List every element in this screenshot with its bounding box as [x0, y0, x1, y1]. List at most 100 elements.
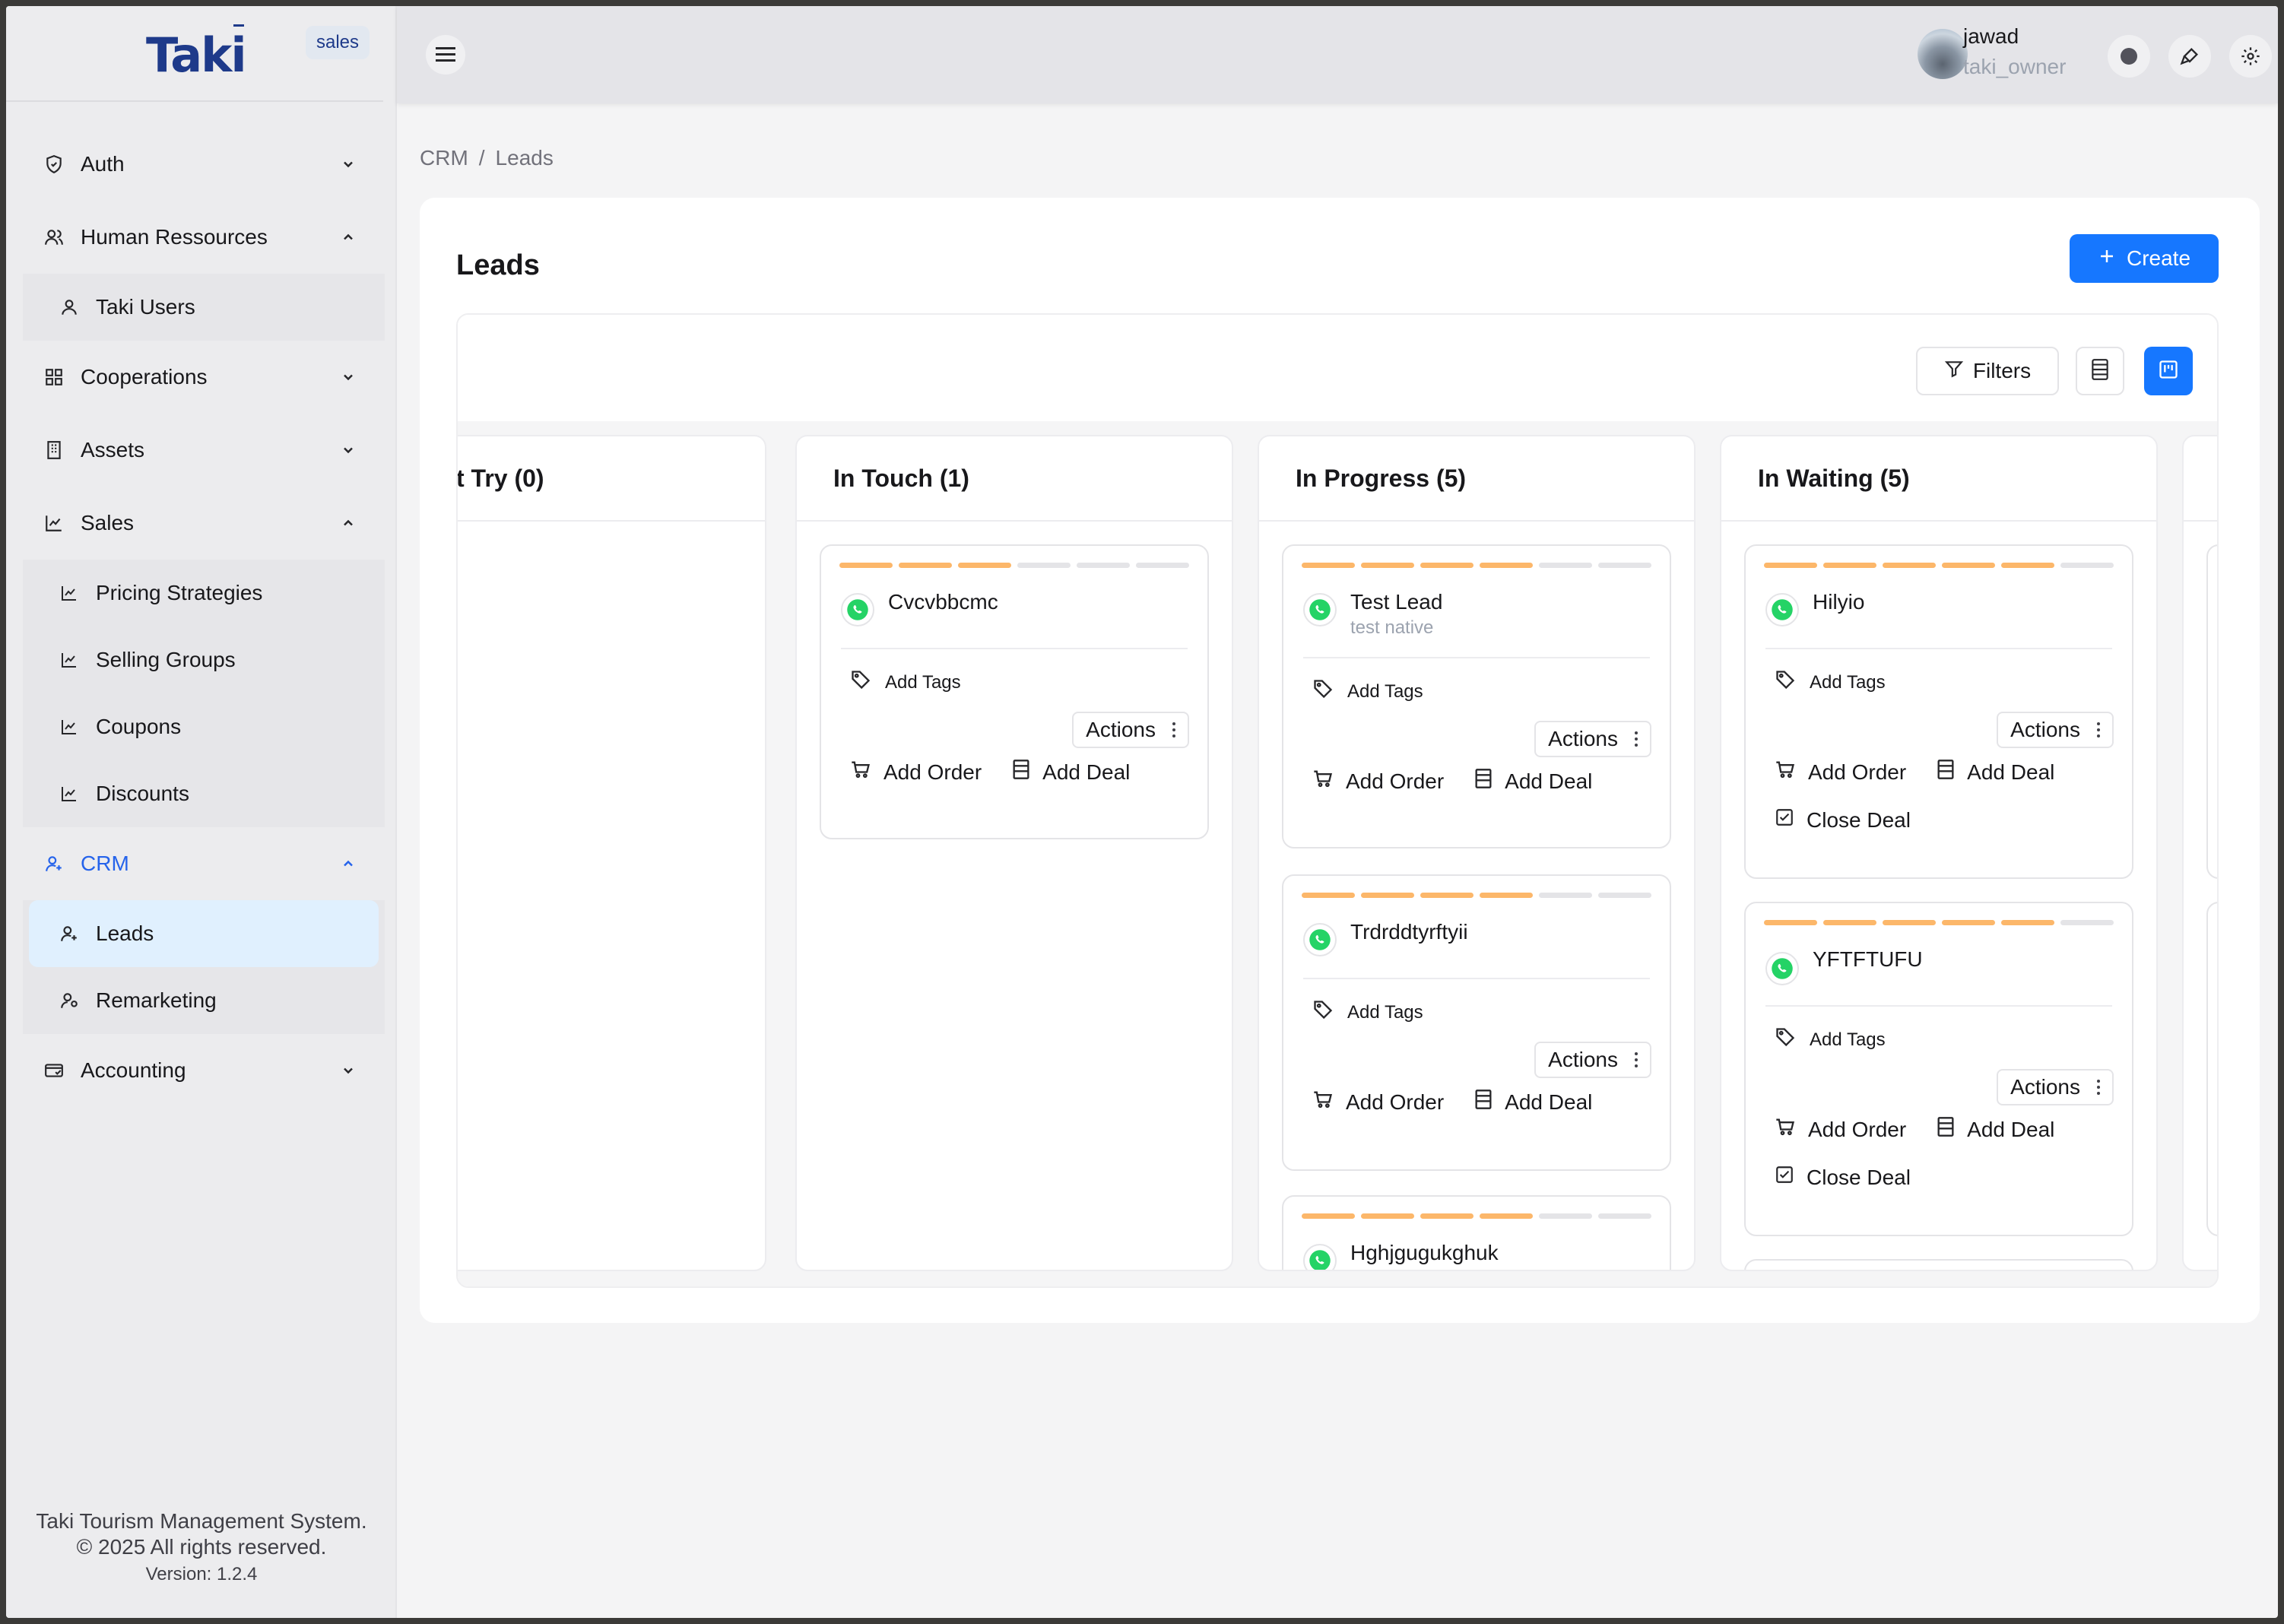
brand: Taki sales — [6, 6, 383, 102]
brush-icon[interactable] — [2168, 35, 2211, 78]
add-tags-button[interactable]: Add Tags — [850, 669, 961, 696]
sidebar-item-crm[interactable]: CRM — [23, 827, 385, 900]
tag-icon — [850, 669, 871, 696]
logo[interactable]: Taki — [146, 24, 247, 83]
user-cycle-icon — [58, 989, 81, 1012]
wallet-icon — [43, 1059, 65, 1082]
lane-title: In Progress (5) — [1259, 436, 1694, 522]
breadcrumb-separator: / — [478, 146, 485, 170]
add-order-label: Add Order — [883, 760, 982, 784]
lead-card[interactable]: Cvcvbbcmc Add Tags Actions Add Order Add… — [820, 544, 1209, 839]
add-tags-button[interactable]: Add Tags — [1312, 678, 1423, 705]
progress-segment — [1823, 563, 1876, 568]
actions-button[interactable]: Actions — [1072, 712, 1189, 748]
close-deal-button[interactable]: Close Deal — [1775, 807, 1911, 833]
actions-button[interactable]: Actions — [1997, 1069, 2114, 1105]
lane-in-touch: In Touch (1) Cvcvbbcmc Add Tags Actions — [795, 435, 1233, 1271]
cart-icon — [1312, 1089, 1334, 1115]
submenu-human-ressources: Taki Users — [23, 274, 385, 341]
add-order-button[interactable]: Add Order — [1312, 768, 1444, 795]
add-order-label: Add Order — [1808, 760, 1907, 784]
sidebar-item-remarketing[interactable]: Remarketing — [23, 967, 385, 1034]
tag-icon — [1775, 1026, 1796, 1053]
lead-card[interactable] — [1744, 1259, 2133, 1270]
progress-bar — [1302, 1213, 1651, 1219]
sidebar-item-human-ressources[interactable]: Human Ressources — [23, 201, 385, 274]
sidebar-item-auth[interactable]: Auth — [23, 128, 385, 201]
sidebar-item-taki-users[interactable]: Taki Users — [23, 274, 385, 341]
create-button[interactable]: Create — [2070, 234, 2219, 283]
avatar[interactable] — [1918, 29, 1968, 79]
filters-button[interactable]: Filters — [1916, 347, 2059, 395]
kanban-view-button[interactable] — [2144, 347, 2193, 395]
lead-card[interactable]: YFTFTUFU Add Tags Actions Add Order Add … — [1744, 902, 2133, 1236]
sidebar-item-accounting[interactable]: Accounting — [23, 1034, 385, 1107]
sidebar-item-cooperations[interactable]: Cooperations — [23, 341, 385, 414]
progress-bar — [1764, 563, 2114, 568]
sidebar-item-leads[interactable]: Leads — [29, 900, 379, 967]
add-order-button[interactable]: Add Order — [1775, 759, 1906, 785]
breadcrumb-leads: Leads — [495, 146, 554, 170]
gear-icon[interactable] — [2229, 35, 2272, 78]
actions-button[interactable]: Actions — [1534, 1042, 1651, 1078]
breadcrumb-crm[interactable]: CRM — [420, 146, 468, 170]
sidebar-item-coupons[interactable]: Coupons — [23, 693, 385, 760]
add-deal-button[interactable]: Add Deal — [1474, 1089, 1592, 1115]
user-icon — [58, 296, 81, 319]
add-deal-label: Add Deal — [1505, 1090, 1593, 1114]
add-deal-button[interactable]: Add Deal — [1937, 759, 2054, 785]
lead-name: YFTFTUFU — [1813, 947, 1923, 971]
actions-button[interactable]: Actions — [1534, 721, 1651, 757]
lead-card[interactable]: Test Lead test native Add Tags Actions A… — [1282, 544, 1671, 848]
lead-card[interactable]: Hilyio Add Tags Actions Add Order Add De… — [1744, 544, 2133, 879]
add-order-label: Add Order — [1808, 1117, 1907, 1141]
add-deal-label: Add Deal — [1967, 760, 2055, 784]
add-deal-button[interactable]: Add Deal — [1937, 1116, 2054, 1143]
lead-card[interactable] — [2206, 902, 2217, 1236]
add-deal-label: Add Deal — [1042, 760, 1131, 784]
whatsapp-icon — [841, 593, 874, 626]
add-order-button[interactable]: Add Order — [850, 759, 982, 785]
progress-segment — [1883, 920, 1936, 925]
sidebar-item-assets[interactable]: Assets — [23, 414, 385, 487]
progress-segment — [1539, 893, 1592, 898]
progress-bar — [1302, 563, 1651, 568]
menu-icon[interactable] — [426, 35, 465, 75]
kanban-board: Filters t Try (0) In Touch (1) Cvcvbbcmc… — [456, 313, 2219, 1288]
add-order-button[interactable]: Add Order — [1312, 1089, 1444, 1115]
progress-segment — [1883, 563, 1936, 568]
sidebar-item-selling-groups[interactable]: Selling Groups — [23, 626, 385, 693]
progress-segment — [1361, 1213, 1414, 1219]
progress-segment — [1942, 920, 1995, 925]
top-header: jawad taki_owner — [397, 6, 2278, 103]
status-dot-icon[interactable] — [2108, 35, 2150, 78]
leads-card: Leads Create Filters t Try (0) In Touch … — [420, 198, 2260, 1323]
lead-card[interactable]: Trdrddtyrftyii Add Tags Actions Add Orde… — [1282, 874, 1671, 1171]
add-deal-button[interactable]: Add Deal — [1012, 759, 1130, 785]
close-deal-button[interactable]: Close Deal — [1775, 1165, 1911, 1190]
sidebar-item-discounts[interactable]: Discounts — [23, 760, 385, 827]
sidebar-item-sales[interactable]: Sales — [23, 487, 385, 560]
logo-text: Taki — [146, 27, 247, 83]
add-tags-button[interactable]: Add Tags — [1312, 999, 1423, 1026]
add-tags-button[interactable]: Add Tags — [1775, 669, 1886, 696]
lead-name: Hghjgugukghuk — [1350, 1241, 1499, 1264]
lead-card[interactable]: Hghjgugukghuk — [1282, 1195, 1671, 1270]
progress-segment — [1420, 893, 1473, 898]
list-view-button[interactable] — [2076, 347, 2124, 395]
add-tags-button[interactable]: Add Tags — [1775, 1026, 1886, 1053]
progress-bar — [839, 563, 1189, 568]
progress-segment — [1302, 893, 1355, 898]
sidebar-item-pricing-strategies[interactable]: Pricing Strategies — [23, 560, 385, 626]
ledger-icon — [1012, 759, 1030, 785]
lead-name: Hilyio — [1813, 590, 1865, 614]
add-deal-button[interactable]: Add Deal — [1474, 768, 1592, 795]
actions-button[interactable]: Actions — [1997, 712, 2114, 748]
add-order-button[interactable]: Add Order — [1775, 1116, 1906, 1143]
lead-card[interactable] — [2206, 544, 2217, 879]
filter-icon — [1944, 359, 1964, 384]
actions-label: Actions — [1548, 727, 1618, 750]
ledger-icon — [1474, 1089, 1493, 1115]
cart-icon — [1312, 768, 1334, 795]
lead-actions-row: Add Order Add Deal — [1312, 1089, 1623, 1115]
